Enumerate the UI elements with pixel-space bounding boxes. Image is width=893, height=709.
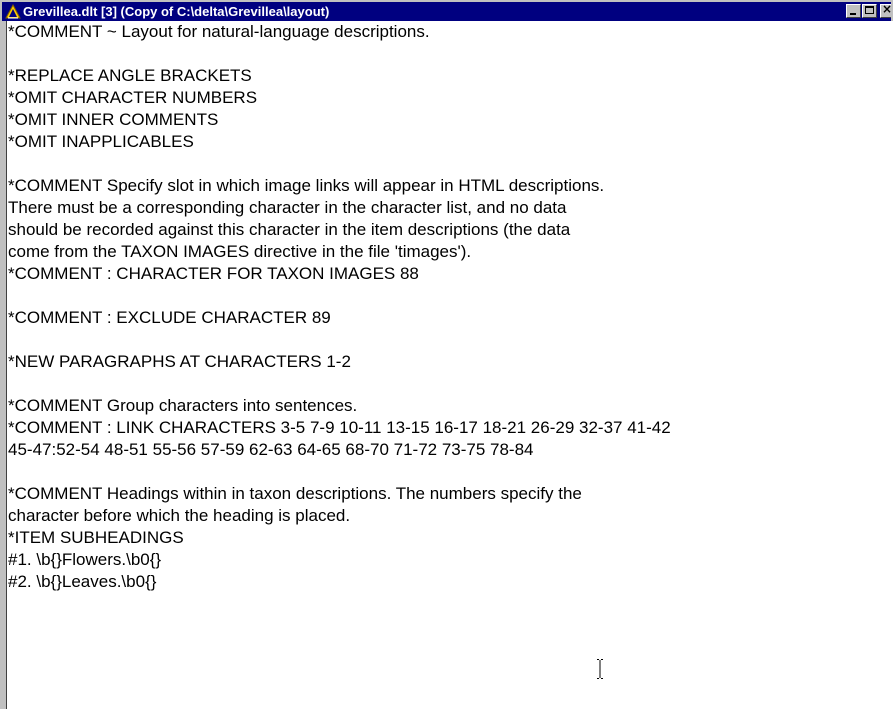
editor-line: *COMMENT Headings within in taxon descri… <box>8 484 582 503</box>
minimize-icon <box>850 13 856 15</box>
editor-line: *COMMENT Group characters into sentences… <box>8 396 358 415</box>
editor-line: *COMMENT ~ Layout for natural-language d… <box>8 22 430 41</box>
editor-line: *OMIT INNER COMMENTS <box>8 110 219 129</box>
delta-app-icon[interactable] <box>5 3 21 19</box>
window-title: Grevillea.dlt [3] (Copy of C:\delta\Grev… <box>23 4 330 19</box>
editor-line: come from the TAXON IMAGES directive in … <box>8 242 472 261</box>
editor-line: *NEW PARAGRAPHS AT CHARACTERS 1-2 <box>8 352 351 371</box>
title-bar[interactable]: Grevillea.dlt [3] (Copy of C:\delta\Grev… <box>2 2 891 21</box>
close-button[interactable]: × <box>880 2 891 18</box>
editor-line: should be recorded against this characte… <box>8 220 571 239</box>
editor-line: *COMMENT : CHARACTER FOR TAXON IMAGES 88 <box>8 264 419 283</box>
editor-line: #2. \b{}Leaves.\b0{} <box>8 572 157 591</box>
editor-line: *COMMENT : LINK CHARACTERS 3-5 7-9 10-11… <box>8 418 671 437</box>
editor-line: 45-47:52-54 48-51 55-56 57-59 62-63 64-6… <box>8 440 534 459</box>
editor-window: Grevillea.dlt [3] (Copy of C:\delta\Grev… <box>0 0 893 709</box>
maximize-icon <box>865 6 874 14</box>
editor-line: *OMIT CHARACTER NUMBERS <box>8 88 258 107</box>
editor-line: *COMMENT Specify slot in which image lin… <box>8 176 605 195</box>
text-editor-area[interactable]: *COMMENT ~ Layout for natural-language d… <box>6 21 893 709</box>
maximize-button[interactable] <box>862 4 877 18</box>
editor-line: There must be a corresponding character … <box>8 198 567 217</box>
editor-line: *OMIT INAPPLICABLES <box>8 132 194 151</box>
editor-line: *ITEM SUBHEADINGS <box>8 528 184 547</box>
close-icon: × <box>882 2 891 16</box>
editor-line: #1. \b{}Flowers.\b0{} <box>8 550 162 569</box>
minimize-button[interactable] <box>846 4 861 18</box>
editor-line: character before which the heading is pl… <box>8 506 351 525</box>
editor-line: *COMMENT : EXCLUDE CHARACTER 89 <box>8 308 331 327</box>
text-cursor-ibeam-icon <box>595 658 605 680</box>
editor-line: *REPLACE ANGLE BRACKETS <box>8 66 252 85</box>
